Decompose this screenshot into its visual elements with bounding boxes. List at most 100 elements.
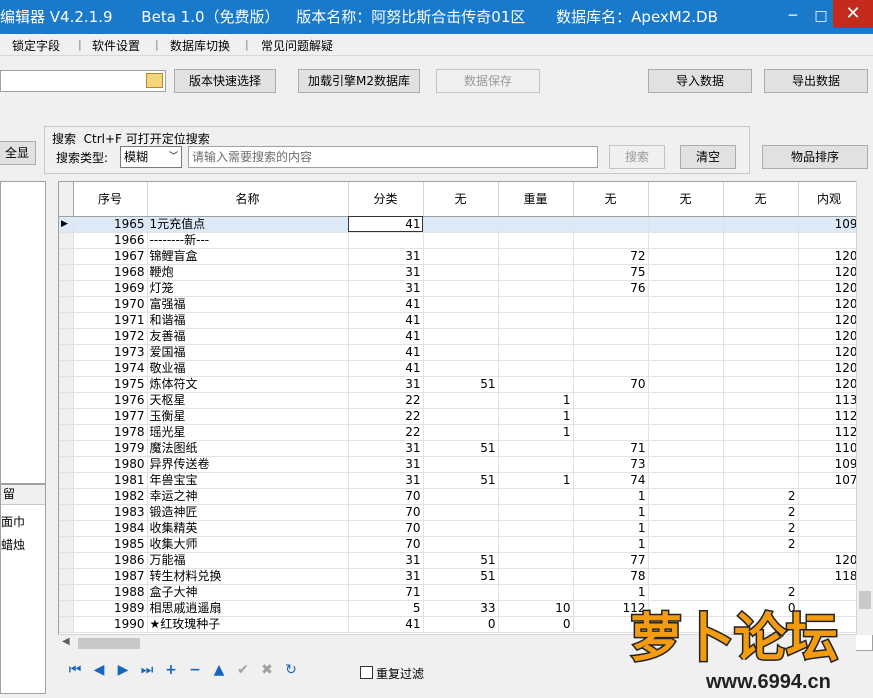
table-row[interactable]: 1984 收集精英 70 1 2 (59, 520, 861, 537)
list-item[interactable]: 蜡烛 (1, 536, 45, 553)
cell-id[interactable]: 1978 (73, 424, 148, 441)
cell-value[interactable] (423, 344, 499, 361)
cell-name[interactable]: 收集精英 (147, 520, 349, 537)
dedupe-checkbox[interactable] (360, 666, 373, 679)
row-indicator[interactable] (59, 392, 74, 409)
column-header[interactable]: 无 (573, 182, 649, 217)
version-select-button[interactable]: 版本快速选择 (174, 69, 276, 93)
menu-faq[interactable]: 常见问题解疑 (261, 37, 333, 54)
table-row[interactable]: 1977 玉衡星 22 1 112 (59, 408, 861, 425)
table-row[interactable]: 1969 灯笼 31 76 120 (59, 280, 861, 297)
table-row[interactable]: 1979 魔法图纸 31 51 71 110 (59, 440, 861, 457)
table-row[interactable]: 1986 万能福 31 51 77 120 (59, 552, 861, 569)
cell-value[interactable] (648, 376, 724, 393)
cell-name[interactable]: 玉衡星 (147, 408, 349, 425)
row-indicator[interactable] (59, 248, 74, 265)
cell-value[interactable]: 41 (348, 360, 424, 377)
cell-id[interactable]: 1974 (73, 360, 148, 377)
cell-id[interactable]: 1985 (73, 536, 148, 553)
cell-value[interactable] (498, 440, 574, 457)
cell-id[interactable]: 1989 (73, 600, 148, 617)
cell-value[interactable] (723, 376, 799, 393)
cell-name[interactable]: 1元充值点 (147, 216, 349, 233)
cell-value[interactable]: 120 (798, 264, 861, 281)
path-input[interactable] (0, 70, 166, 92)
cell-value[interactable] (423, 216, 499, 233)
cell-value[interactable]: 77 (573, 552, 649, 569)
cell-value[interactable]: 31 (348, 456, 424, 473)
cell-name[interactable]: 敬业福 (147, 360, 349, 377)
cell-value[interactable]: 5 (348, 600, 424, 617)
cell-value[interactable]: 113 (798, 392, 861, 409)
cell-id[interactable]: 1977 (73, 408, 148, 425)
cell-value[interactable]: 112 (798, 424, 861, 441)
show-all-button[interactable]: 全显 (0, 141, 36, 165)
cell-value[interactable]: 70 (348, 488, 424, 505)
cell-name[interactable]: 友善福 (147, 328, 349, 345)
cell-value[interactable]: 120 (798, 296, 861, 313)
cell-value[interactable] (498, 280, 574, 297)
cell-value[interactable]: 10 (498, 600, 574, 617)
cell-id[interactable]: 1971 (73, 312, 148, 329)
cell-value[interactable] (498, 376, 574, 393)
cell-id[interactable]: 1979 (73, 440, 148, 457)
cell-value[interactable] (648, 424, 724, 441)
cell-value[interactable] (573, 216, 649, 233)
cell-value[interactable]: 1 (498, 424, 574, 441)
cell-value[interactable] (723, 440, 799, 457)
cell-value[interactable]: 120 (798, 376, 861, 393)
cell-value[interactable] (573, 344, 649, 361)
cell-value[interactable]: 31 (348, 248, 424, 265)
cell-value[interactable] (723, 568, 799, 585)
cell-value[interactable]: 31 (348, 568, 424, 585)
cell-name[interactable]: 幸运之神 (147, 488, 349, 505)
cell-value[interactable]: 74 (573, 472, 649, 489)
cell-value[interactable] (573, 424, 649, 441)
minimize-button[interactable]: ─ (780, 4, 806, 28)
cell-value[interactable] (423, 424, 499, 441)
cell-value[interactable] (648, 280, 724, 297)
cell-value[interactable] (648, 328, 724, 345)
cell-value[interactable]: 1 (573, 536, 649, 553)
cell-value[interactable] (498, 232, 574, 249)
close-button[interactable]: ✕ (833, 0, 873, 28)
cell-id[interactable]: 1980 (73, 456, 148, 473)
cell-value[interactable]: 109 (798, 216, 861, 233)
cell-value[interactable]: 41 (348, 296, 424, 313)
cell-value[interactable]: 2 (723, 488, 799, 505)
cell-id[interactable]: 1983 (73, 504, 148, 521)
row-indicator[interactable] (59, 504, 74, 521)
cell-value[interactable]: 70 (348, 520, 424, 537)
cell-name[interactable]: 炼体符文 (147, 376, 349, 393)
cell-value[interactable]: 41 (348, 344, 424, 361)
cell-id[interactable]: 1986 (73, 552, 148, 569)
table-row[interactable]: 1966 --------新--- (59, 232, 861, 249)
cell-value[interactable]: 31 (348, 376, 424, 393)
cell-name[interactable]: 异界传送卷 (147, 456, 349, 473)
cell-id[interactable]: 1987 (73, 568, 148, 585)
table-row[interactable]: 1985 收集大师 70 1 2 (59, 536, 861, 553)
cell-value[interactable] (648, 360, 724, 377)
cell-value[interactable] (498, 296, 574, 313)
cell-value[interactable] (498, 344, 574, 361)
cell-value[interactable]: 120 (798, 344, 861, 361)
row-indicator[interactable] (59, 264, 74, 281)
cell-id[interactable]: 1969 (73, 280, 148, 297)
cell-value[interactable] (573, 408, 649, 425)
cell-value[interactable] (423, 520, 499, 537)
cell-value[interactable] (723, 408, 799, 425)
column-header[interactable]: 序号 (73, 182, 148, 217)
cell-value[interactable]: 41 (348, 616, 424, 633)
row-indicator[interactable] (59, 424, 74, 441)
cell-value[interactable] (723, 216, 799, 233)
menu-settings[interactable]: 软件设置 (92, 37, 140, 54)
cell-value[interactable]: 71 (348, 584, 424, 601)
cell-name[interactable]: 盒子大神 (147, 584, 349, 601)
cell-value[interactable] (423, 504, 499, 521)
left-list-panel[interactable] (0, 181, 46, 484)
cell-value[interactable] (648, 312, 724, 329)
cell-value[interactable] (648, 520, 724, 537)
cell-value[interactable]: 120 (798, 312, 861, 329)
scroll-thumb[interactable] (78, 638, 140, 649)
cell-name[interactable]: 锦鲤盲盒 (147, 248, 349, 265)
